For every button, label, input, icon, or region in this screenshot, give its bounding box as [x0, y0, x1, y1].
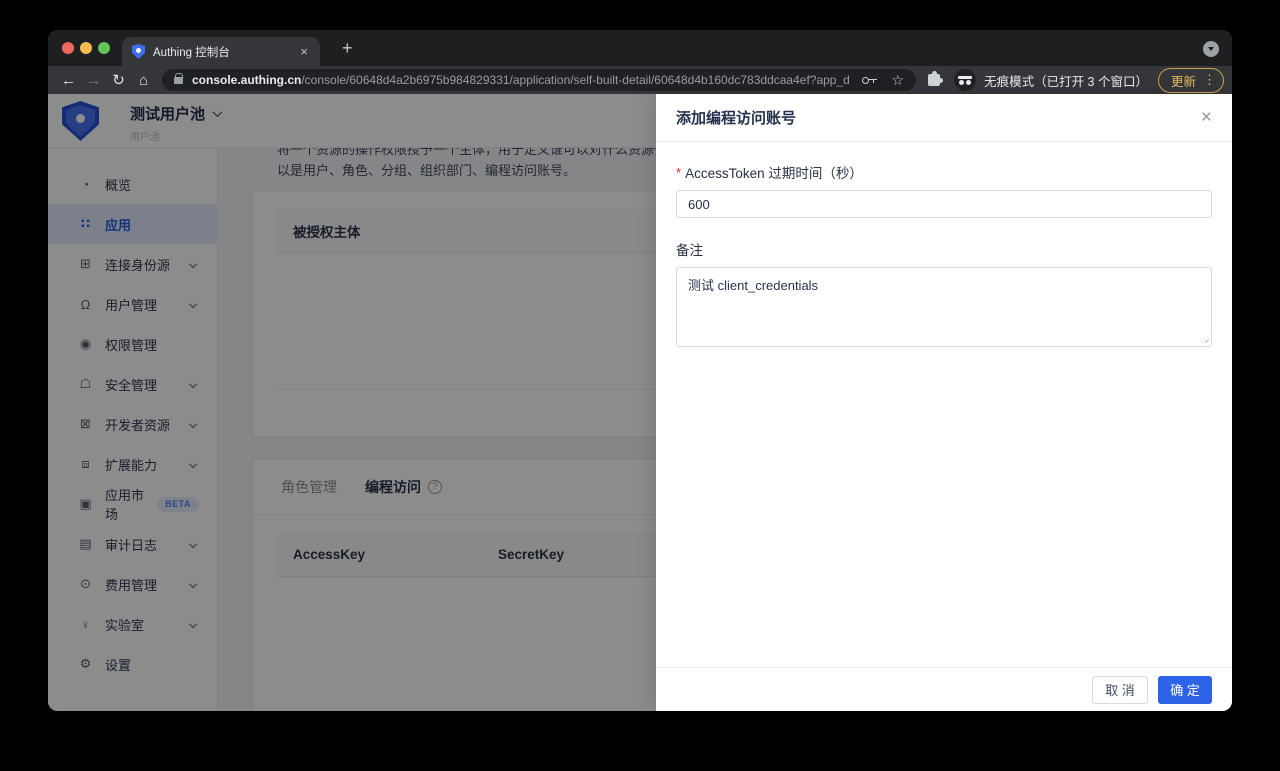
authing-console-page: 测试用户池 用户池 ◔ 概览 ∷ 应用 ⊞ 连接身份源 Ω [48, 94, 1232, 711]
add-programmatic-account-drawer: 添加编程访问账号 × * AccessToken 过期时间（秒） 备注 测试 c… [656, 94, 1232, 711]
forward-button[interactable]: → [81, 73, 106, 88]
incognito-avatar-icon [954, 69, 976, 91]
drawer-title: 添加编程访问账号 [676, 107, 796, 128]
browser-tab-authing[interactable]: Authing 控制台 × [122, 37, 320, 66]
window-minimize-button[interactable] [80, 42, 92, 54]
tab-close-icon[interactable]: × [298, 44, 310, 59]
new-tab-button[interactable]: + [336, 36, 359, 61]
token-expiry-input[interactable] [676, 190, 1212, 218]
browser-window: Authing 控制台 × + ← → ↻ ⌂ console.authing.… [48, 30, 1232, 711]
token-expiry-label: * AccessToken 过期时间（秒） [676, 162, 1212, 182]
note-textarea-wrap: 测试 client_credentials [676, 267, 1212, 347]
tab-search-chevron-icon[interactable] [1203, 41, 1219, 57]
bookmark-star-icon[interactable]: ☆ [892, 73, 905, 87]
reload-button[interactable]: ↻ [106, 73, 131, 88]
cancel-button[interactable]: 取 消 [1092, 676, 1148, 704]
browser-tabstrip: Authing 控制台 × + [48, 30, 1232, 66]
browser-toolbar: ← → ↻ ⌂ console.authing.cn /console/6064… [48, 66, 1232, 94]
home-button[interactable]: ⌂ [131, 73, 156, 88]
token-expiry-label-text: AccessToken 过期时间（秒） [685, 162, 863, 182]
drawer-footer: 取 消 确 定 [656, 667, 1232, 711]
lock-icon [174, 77, 183, 84]
window-zoom-button[interactable] [98, 42, 110, 54]
chrome-update-button[interactable]: 更新 ⋮ [1158, 68, 1224, 93]
back-button[interactable]: ← [56, 73, 81, 88]
url-path: /console/60648d4a2b6975b984829331/applic… [301, 73, 849, 87]
authing-favicon-shield-icon [132, 44, 145, 59]
drawer-header: 添加编程访问账号 × [656, 94, 1232, 142]
note-label-text: 备注 [676, 239, 703, 259]
incognito-label: 无痕模式（已打开 3 个窗口） [984, 71, 1148, 90]
required-asterisk: * [676, 165, 681, 180]
drawer-body: * AccessToken 过期时间（秒） 备注 测试 client_crede… [656, 142, 1232, 367]
extensions-puzzle-icon[interactable] [928, 74, 940, 86]
note-label: 备注 [676, 239, 1212, 259]
close-icon[interactable]: × [1201, 108, 1212, 127]
chrome-update-label: 更新 [1171, 71, 1196, 90]
confirm-button[interactable]: 确 定 [1158, 676, 1212, 704]
window-close-button[interactable] [62, 42, 74, 54]
password-key-icon[interactable] [862, 77, 869, 84]
address-bar[interactable]: console.authing.cn /console/60648d4a2b69… [162, 69, 916, 91]
url-host: console.authing.cn [192, 73, 301, 87]
menu-kebab-icon[interactable]: ⋮ [1203, 72, 1216, 88]
tab-title: Authing 控制台 [153, 44, 298, 60]
note-textarea[interactable]: 测试 client_credentials [676, 267, 1212, 347]
